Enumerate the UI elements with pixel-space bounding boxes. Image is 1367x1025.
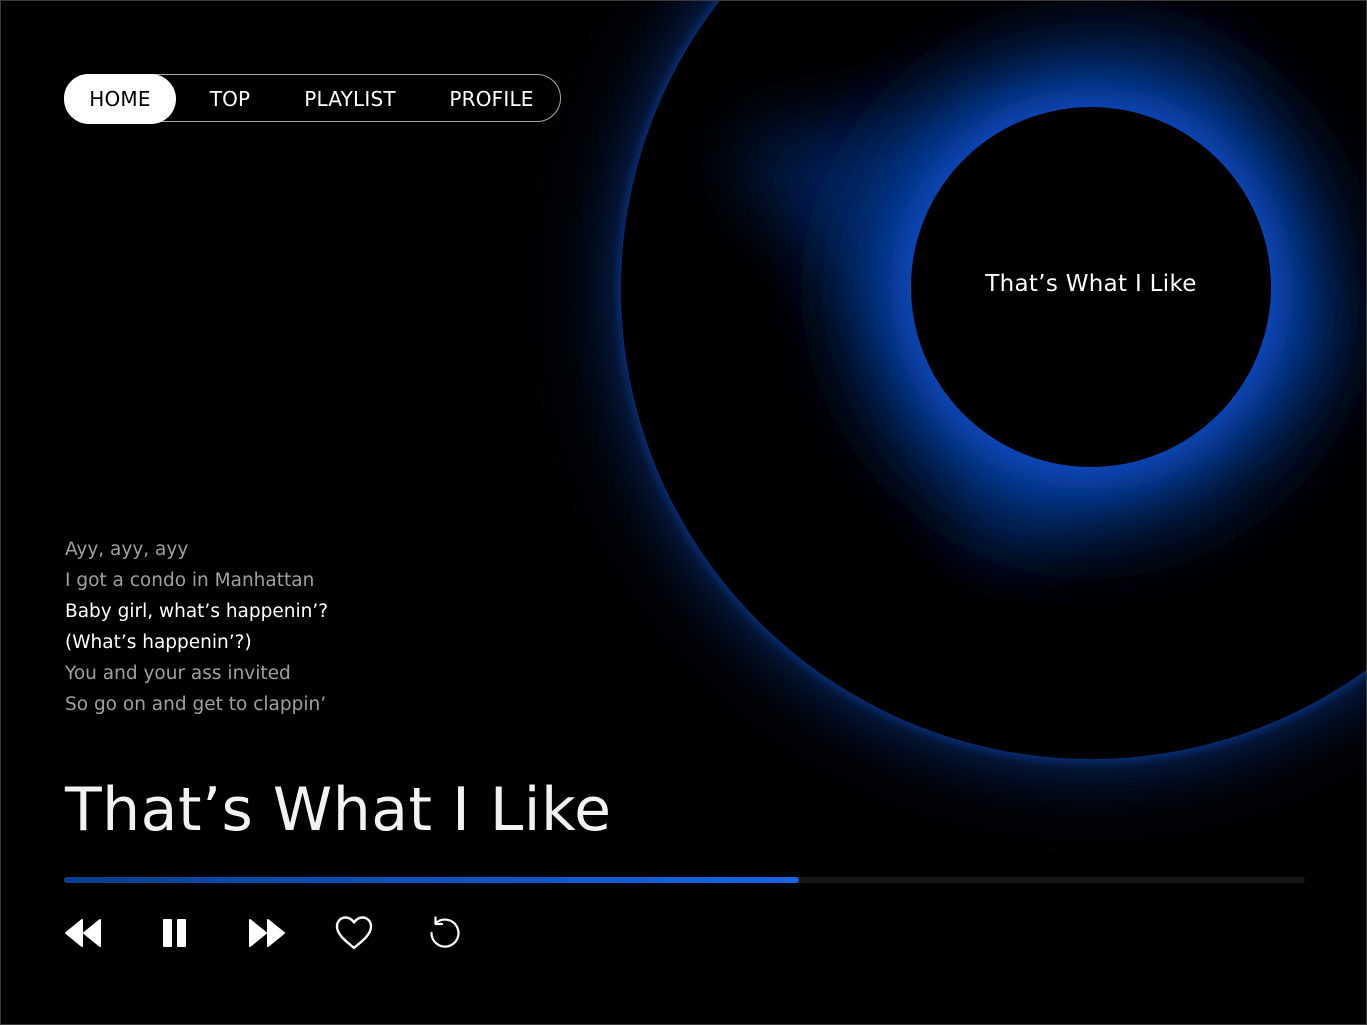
lyric-line-current: (What’s happenin’?)	[65, 632, 252, 653]
repeat-icon	[430, 916, 460, 948]
lyric-line: You and your ass invited	[65, 663, 291, 684]
lyric-line: I got a condo in Manhattan	[65, 570, 315, 591]
main-nav: HOME TOP PLAYLIST PROFILE	[64, 74, 561, 124]
lyric-line: So go on and get to clappin’	[65, 694, 327, 715]
playback-progress-fill	[64, 877, 799, 883]
nav-playlist-tab[interactable]: PLAYLIST	[293, 74, 407, 124]
playback-progress-bar[interactable]	[64, 877, 1305, 883]
rewind-icon	[65, 919, 101, 947]
nav-top-tab[interactable]: TOP	[199, 74, 261, 124]
pause-button[interactable]	[151, 909, 199, 957]
like-button[interactable]	[330, 909, 378, 957]
song-title: That’s What I Like	[65, 775, 612, 845]
lyric-line: Ayy, ayy, ayy	[65, 539, 189, 560]
lyric-line-current: Baby girl, what’s happenin’?	[65, 601, 329, 622]
pause-icon	[163, 919, 186, 947]
disc-song-label: That’s What I Like	[985, 271, 1197, 297]
nav-profile-tab[interactable]: PROFILE	[442, 74, 541, 124]
rewind-button[interactable]	[59, 909, 107, 957]
music-player-screen: HOME TOP PLAYLIST PROFILE That’s What I …	[0, 0, 1367, 1025]
fast-forward-icon	[249, 919, 285, 947]
repeat-button[interactable]	[421, 909, 469, 957]
vinyl-disc-art	[491, 1, 1366, 889]
heart-icon	[335, 916, 373, 950]
nav-home-tab[interactable]: HOME	[64, 74, 176, 124]
lyrics-panel: Ayy, ayy, ayy I got a condo in Manhattan…	[65, 534, 328, 720]
fast-forward-button[interactable]	[243, 909, 291, 957]
